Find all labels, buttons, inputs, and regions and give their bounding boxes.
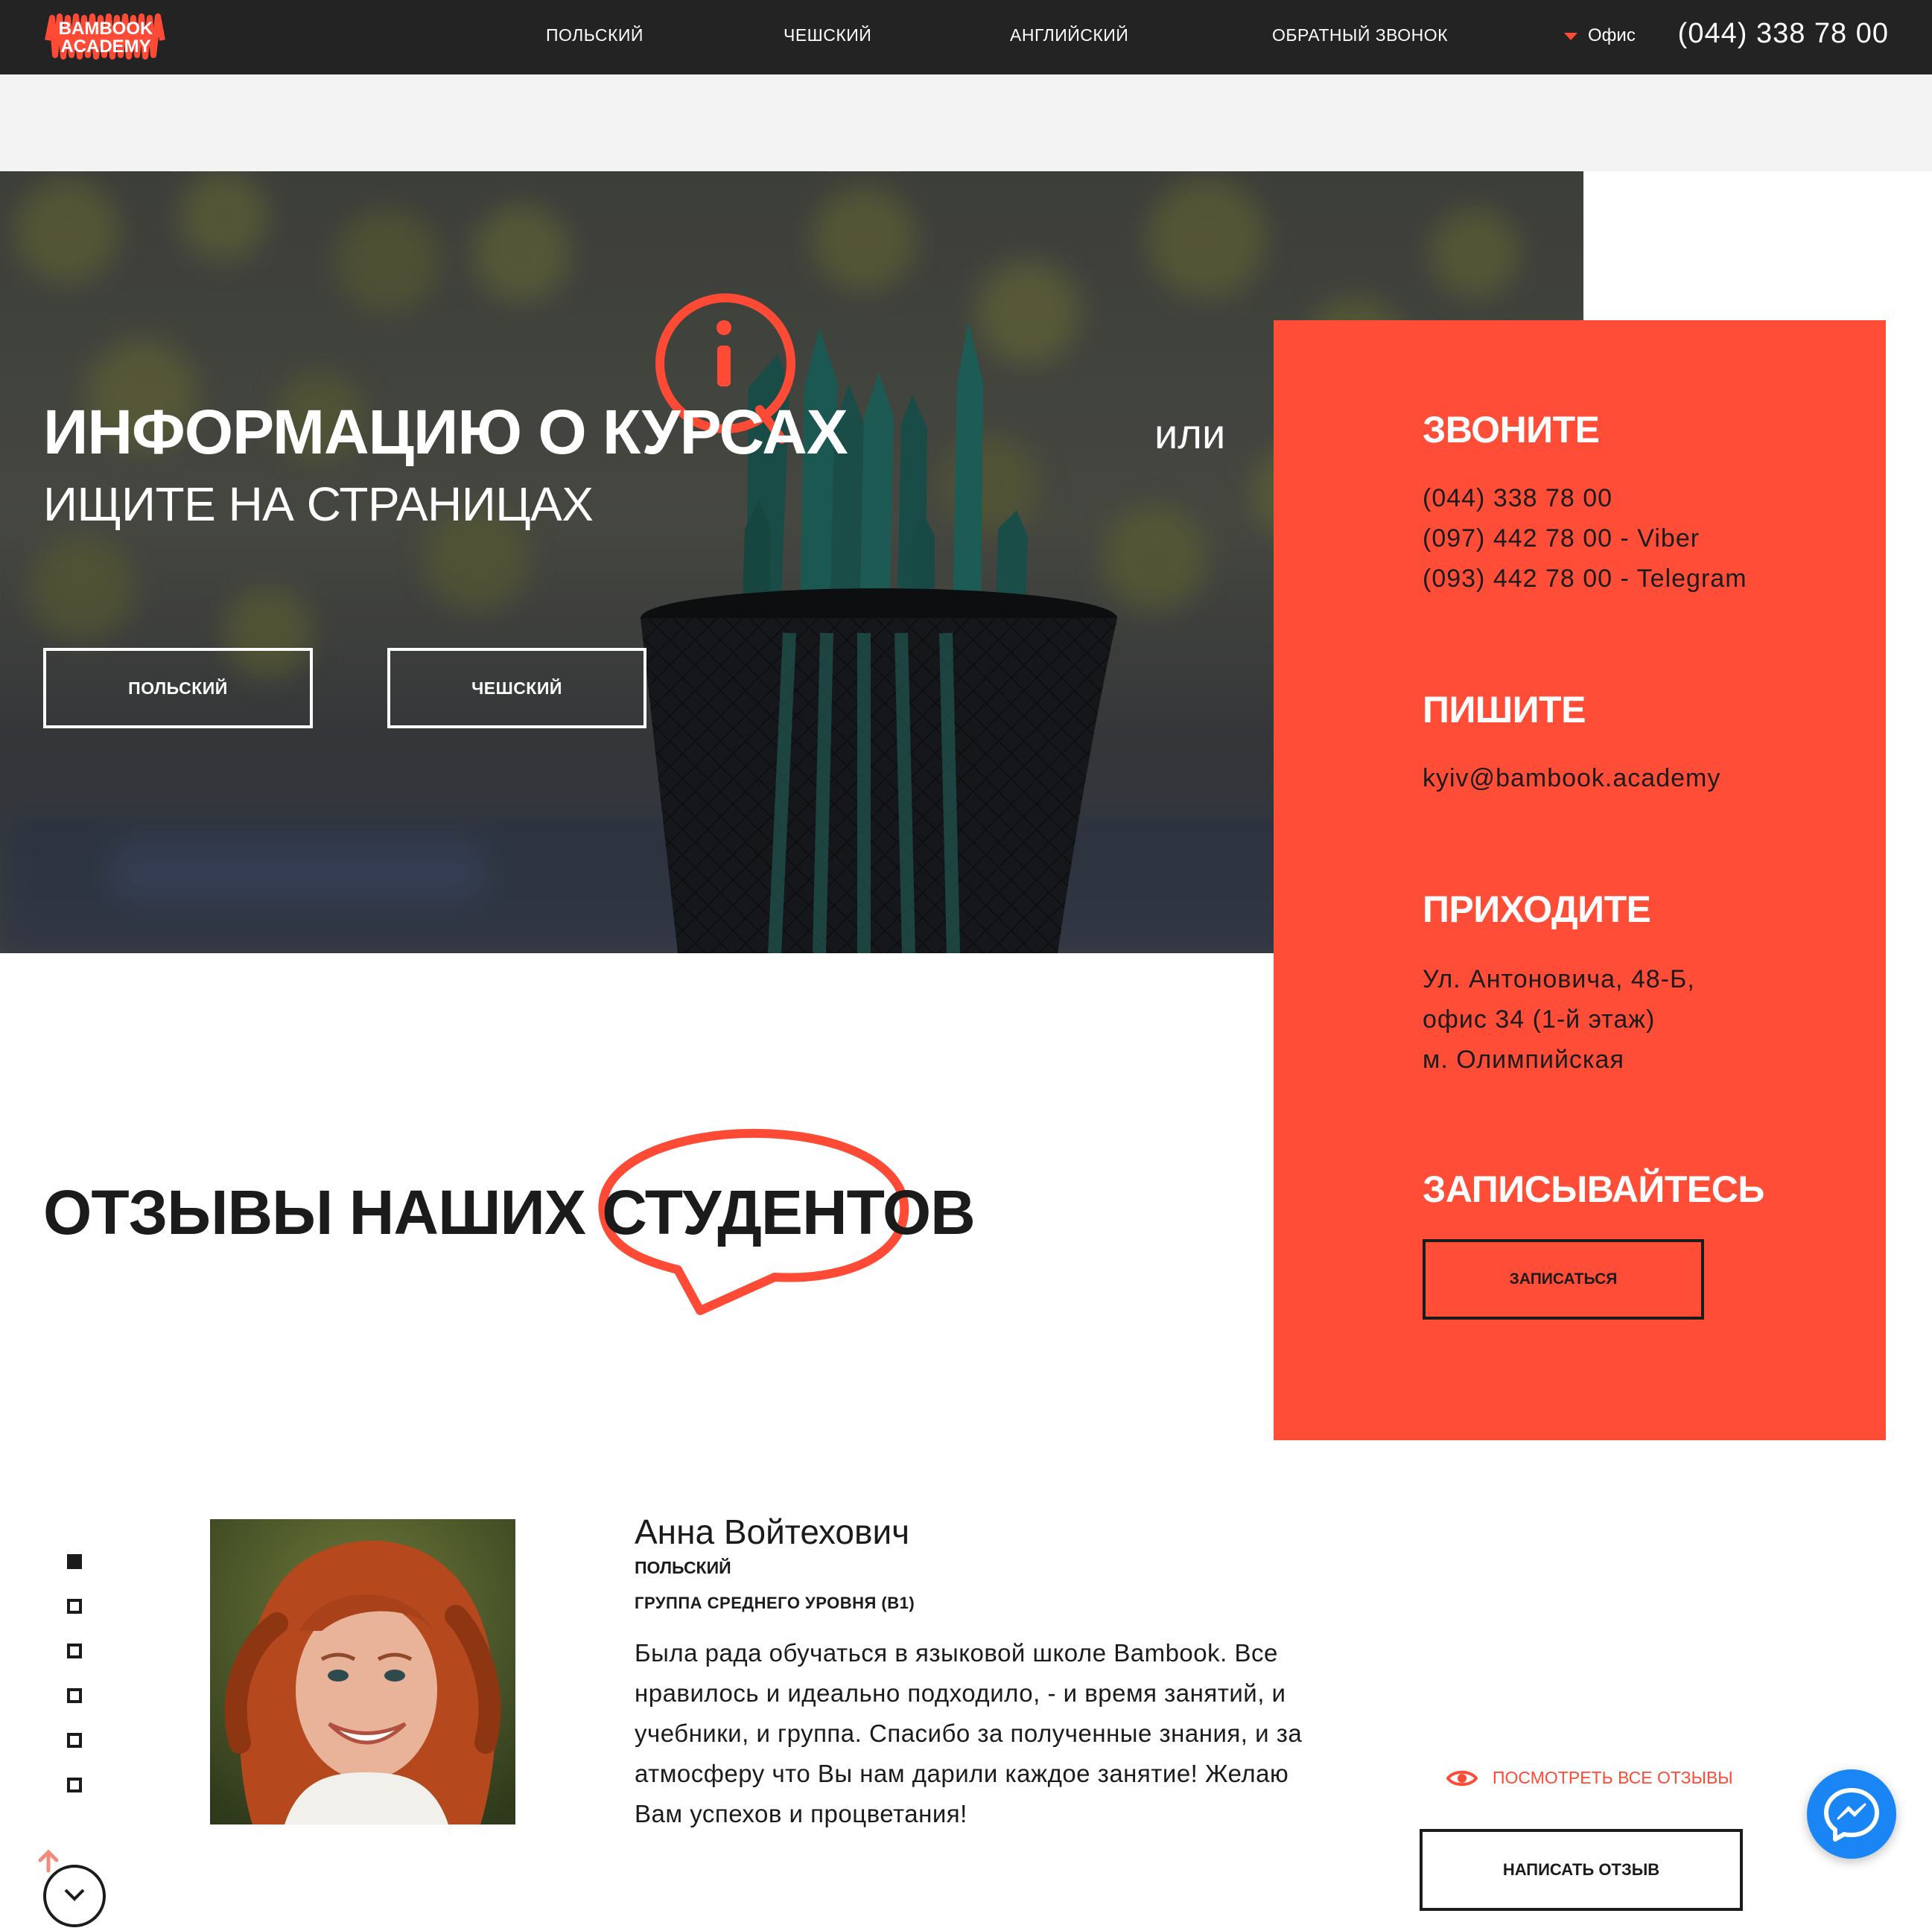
eye-icon — [1446, 1770, 1478, 1786]
signup-heading: ЗАПИСЫВАЙТЕСЬ — [1423, 1168, 1764, 1210]
dropdown-triangle-icon — [1564, 32, 1577, 40]
site-header: BAMBOOK ACADEMY ПОЛЬСКИЙ ЧЕШСКИЙ АНГЛИЙС… — [0, 0, 1932, 74]
logo-line2: ACADEMY — [60, 36, 150, 57]
nav-czech[interactable]: ЧЕШСКИЙ — [784, 25, 871, 45]
hero-polish-button[interactable]: ПОЛЬСКИЙ — [43, 648, 313, 728]
grey-band — [0, 74, 1932, 171]
slider-dot-2[interactable] — [67, 1599, 82, 1614]
chevron-down-icon — [64, 1889, 85, 1901]
see-all-label: ПОСМОТРЕТЬ ВСЕ ОТЗЫВЫ — [1493, 1768, 1733, 1787]
hero-czech-button[interactable]: ЧЕШСКИЙ — [387, 648, 646, 728]
logo[interactable]: BAMBOOK ACADEMY — [43, 10, 168, 64]
slider-dot-5[interactable] — [67, 1733, 82, 1748]
phone-viber[interactable]: (097) 442 78 00 - Viber — [1423, 524, 1700, 553]
call-heading: ЗВОНИТЕ — [1423, 409, 1600, 451]
reviewer-name: Анна Войтехович — [635, 1512, 910, 1551]
logo-line1: BAMBOOK — [59, 19, 153, 39]
email-link[interactable]: kyiv@bambook.academy — [1423, 764, 1720, 793]
contact-panel: ЗВОНИТЕ (044) 338 78 00 (097) 442 78 00 … — [1274, 320, 1886, 1440]
address-line-3: м. Олимпийская — [1423, 1046, 1624, 1074]
visit-heading: ПРИХОДИТЕ — [1423, 888, 1651, 930]
address-line-1: Ул. Антоновича, 48-Б, — [1423, 965, 1695, 993]
phone-main[interactable]: (044) 338 78 00 — [1423, 484, 1612, 513]
slider-dot-1[interactable] — [67, 1554, 82, 1569]
nav-english[interactable]: АНГЛИЙСКИЙ — [1010, 25, 1128, 45]
reviewer-photo — [210, 1519, 515, 1824]
messenger-icon — [1824, 1788, 1879, 1842]
nav-callback[interactable]: ОБРАТНЫЙ ЗВОНОК — [1272, 25, 1448, 45]
address-line-2: офис 34 (1-й этаж) — [1423, 1005, 1656, 1034]
office-selector[interactable]: Офис — [1564, 25, 1636, 46]
hero-or: или — [1154, 410, 1226, 457]
slider-dot-3[interactable] — [67, 1644, 82, 1658]
scroll-down-button[interactable] — [43, 1865, 106, 1927]
see-all-reviews-link[interactable]: ПОСМОТРЕТЬ ВСЕ ОТЗЫВЫ — [1446, 1768, 1733, 1788]
reviewer-language: ПОЛЬСКИЙ — [635, 1558, 731, 1577]
write-heading: ПИШИТЕ — [1423, 689, 1586, 731]
review-text: Была рада обучаться в языковой школе Bam… — [635, 1639, 1303, 1827]
hero-title: ИНФОРМАЦИЮ О КУРСАХ — [43, 397, 848, 467]
phone-telegram[interactable]: (093) 442 78 00 - Telegram — [1423, 564, 1747, 594]
office-label: Офис — [1588, 25, 1636, 45]
header-phone[interactable]: (044) 338 78 00 — [1678, 18, 1889, 50]
hero-subtitle: ИЩИТЕ НА СТРАНИЦАХ — [43, 477, 594, 531]
messenger-chat-button[interactable] — [1807, 1769, 1896, 1859]
logo-graphic: BAMBOOK ACADEMY — [45, 13, 165, 60]
slider-dot-4[interactable] — [67, 1688, 82, 1703]
nav-polish[interactable]: ПОЛЬСКИЙ — [546, 25, 644, 45]
slider-dot-6[interactable] — [67, 1778, 82, 1792]
signup-button[interactable]: ЗАПИСАТЬСЯ — [1423, 1239, 1704, 1320]
reviewer-group: ГРУППА СРЕДНЕГО УРОВНЯ (B1) — [635, 1594, 915, 1612]
reviews-title: ОТЗЫВЫ НАШИХ СТУДЕНТОВ — [43, 1177, 976, 1247]
write-review-button[interactable]: НАПИСАТЬ ОТЗЫВ — [1420, 1829, 1743, 1911]
